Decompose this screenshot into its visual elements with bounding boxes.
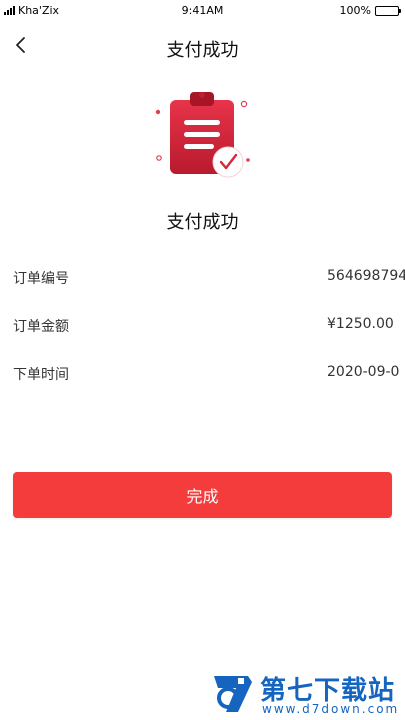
nav-bar: 支付成功 [0, 26, 405, 66]
order-amount-value: ¥1250.00 [327, 316, 394, 332]
status-right: 100% [339, 4, 401, 17]
watermark-url: www.d7down.com [262, 702, 400, 716]
clipboard-check-icon [150, 88, 255, 183]
watermark: 第七下载站 www.d7down.com [208, 668, 403, 718]
done-button[interactable]: 完成 [13, 472, 392, 518]
status-bar: Kha'Zix 9:41AM 100% [0, 0, 405, 22]
order-time-label: 下单时间 [13, 367, 69, 383]
order-number-row: 订单编号 564698794 [13, 268, 405, 290]
site-logo-icon [214, 676, 252, 712]
order-time-row: 下单时间 2020-09-0 [13, 364, 405, 386]
order-number-label: 订单编号 [13, 271, 69, 287]
battery-icon [375, 5, 401, 16]
success-message: 支付成功 [166, 212, 239, 233]
battery-percent: 100% [339, 4, 371, 17]
page-title: 支付成功 [166, 40, 239, 61]
order-amount-row: 订单金额 ¥1250.00 [13, 316, 405, 338]
order-time-value: 2020-09-0 [327, 364, 400, 380]
order-number-value: 564698794 [327, 268, 405, 284]
order-amount-label: 订单金额 [13, 319, 69, 335]
